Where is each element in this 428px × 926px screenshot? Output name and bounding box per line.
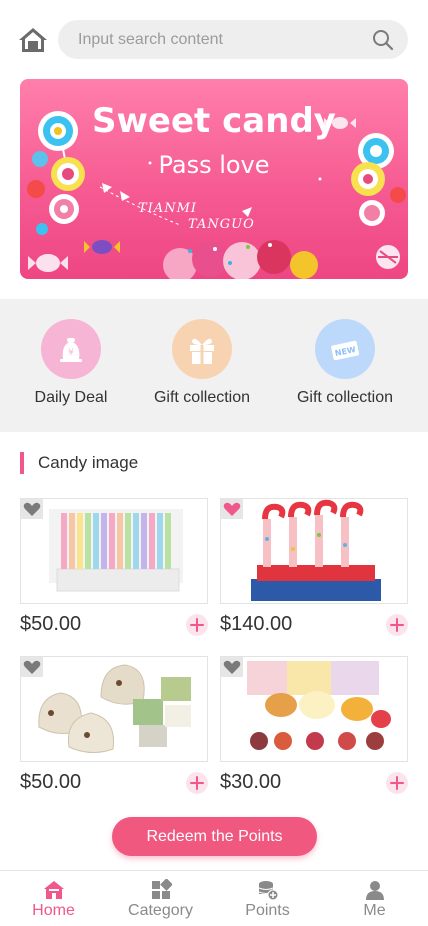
product-image[interactable] <box>20 498 208 604</box>
tab-me[interactable]: Me <box>321 871 428 926</box>
tab-points[interactable]: Points <box>214 871 321 926</box>
product-image[interactable] <box>220 498 408 604</box>
banner-title: Sweet candy <box>92 101 336 141</box>
tab-label: Category <box>128 902 193 919</box>
favorite-toggle[interactable] <box>221 657 243 677</box>
red-candy-cane-tubes-image <box>251 499 381 601</box>
product-image[interactable] <box>20 656 208 762</box>
product-card[interactable]: $30.00 <box>220 656 408 794</box>
header <box>0 0 428 80</box>
yen-bag-icon: ¥ <box>41 319 101 379</box>
search-icon[interactable] <box>372 29 394 51</box>
plus-icon <box>190 618 204 632</box>
search-bar[interactable] <box>58 20 408 59</box>
quick-entry-daily-deal[interactable]: ¥ Daily Deal <box>0 319 142 407</box>
product-card[interactable]: $50.00 <box>20 656 208 794</box>
add-to-cart-button[interactable] <box>186 614 208 636</box>
quick-entry-gift-collection-2[interactable]: NEW Gift collection <box>274 319 416 407</box>
tab-label: Points <box>245 902 290 919</box>
product-card[interactable]: $140.00 <box>220 498 408 636</box>
heart-icon <box>223 660 241 674</box>
product-price: $50.00 <box>20 613 82 635</box>
product-price: $140.00 <box>220 613 293 635</box>
tab-category[interactable]: Category <box>107 871 214 926</box>
tab-bar: Home Category Points Me <box>0 870 428 926</box>
product-card[interactable]: $50.00 <box>20 498 208 636</box>
section-title: Candy image <box>20 452 138 474</box>
add-to-cart-button[interactable] <box>186 772 208 794</box>
promo-banner[interactable]: Sweet candy Pass love TIANMI TANGUO <box>20 79 408 279</box>
banner-brand-line-2: TANGUO <box>188 217 255 232</box>
add-to-cart-button[interactable] <box>386 772 408 794</box>
fruit-gummies-packs-image <box>247 661 391 750</box>
plus-icon <box>390 776 404 790</box>
gift-icon <box>172 319 232 379</box>
banner-subtitle: Pass love <box>158 151 270 179</box>
product-price: $30.00 <box>220 771 282 793</box>
home-icon[interactable] <box>18 26 48 54</box>
favorite-toggle[interactable] <box>221 499 243 519</box>
product-image[interactable] <box>220 656 408 762</box>
new-tag-icon: NEW <box>315 319 375 379</box>
banner-brand-line-1: TIANMI <box>138 201 198 216</box>
tab-label: Home <box>32 902 75 919</box>
pastel-candy-canes-image <box>49 509 183 592</box>
wrapped-nougat-candies-image <box>38 664 191 753</box>
favorite-toggle[interactable] <box>21 499 43 519</box>
quick-entry-label: Daily Deal <box>34 389 108 406</box>
plus-icon <box>390 618 404 632</box>
favorite-toggle[interactable] <box>21 657 43 677</box>
add-to-cart-button[interactable] <box>386 614 408 636</box>
tab-label: Me <box>363 902 386 919</box>
quick-entries: ¥ Daily Deal Gift collection NEW Gift co… <box>0 299 428 432</box>
home-icon <box>43 879 65 901</box>
product-price: $50.00 <box>20 771 82 793</box>
coins-icon <box>257 879 279 901</box>
grid-icon <box>150 878 173 901</box>
quick-entry-label: Gift collection <box>153 389 251 406</box>
tab-home[interactable]: Home <box>0 871 107 926</box>
user-icon <box>364 879 386 901</box>
heart-icon <box>23 660 41 674</box>
quick-entry-label: Gift collection <box>296 389 394 406</box>
heart-icon <box>223 502 241 516</box>
redeem-points-button[interactable]: Redeem the Points <box>112 817 317 856</box>
svg-text:¥: ¥ <box>68 348 74 358</box>
plus-icon <box>190 776 204 790</box>
search-input[interactable] <box>78 20 358 59</box>
quick-entry-gift-collection[interactable]: Gift collection <box>131 319 273 407</box>
heart-icon <box>23 502 41 516</box>
